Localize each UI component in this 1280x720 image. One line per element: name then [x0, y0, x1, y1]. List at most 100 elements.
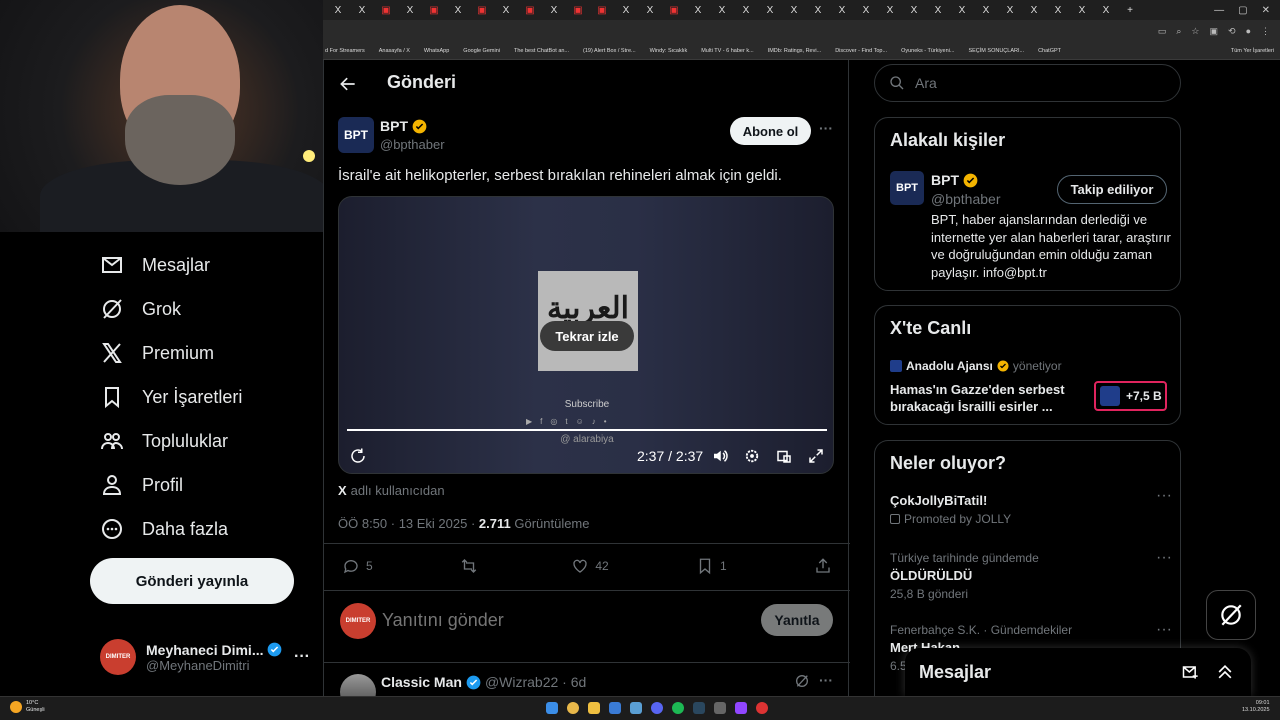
clock[interactable]: 09:01 13.10.2025: [1242, 700, 1270, 714]
weather-widget[interactable]: 10°C Güneşli: [10, 700, 45, 714]
steam-icon[interactable]: [693, 702, 705, 714]
browser-tab[interactable]: X: [1097, 3, 1115, 17]
subscribe-button[interactable]: Abone ol: [730, 117, 811, 145]
zoom-icon[interactable]: ⌕: [1176, 26, 1181, 37]
all-bookmarks[interactable]: Tüm Yer İşaretleri: [1231, 48, 1280, 54]
browser-tab[interactable]: X: [329, 3, 347, 17]
browser-tab[interactable]: X: [881, 3, 899, 17]
author-avatar[interactable]: BPT: [338, 117, 374, 153]
browser-tab[interactable]: ▣: [425, 3, 443, 17]
bookmark-item[interactable]: Oyuneks - Türkiyeni...: [901, 48, 954, 54]
retweet-button[interactable]: [460, 557, 484, 575]
bookmark-item[interactable]: (19) Alert Box / Stre...: [583, 48, 636, 54]
reply-more-icon[interactable]: ···: [819, 672, 833, 688]
bookmark-item[interactable]: Anasayfa / X: [379, 48, 410, 54]
new-message-icon[interactable]: [1181, 662, 1201, 682]
browser-tab[interactable]: X: [833, 3, 851, 17]
app-icon[interactable]: [630, 702, 642, 714]
bookmark-item[interactable]: ChatGPT: [1038, 48, 1061, 54]
browser-tab[interactable]: X: [449, 3, 467, 17]
sidebar-item-yer-i̇şaretleri[interactable]: Yer İşaretleri: [100, 385, 242, 409]
discord-icon[interactable]: [651, 702, 663, 714]
minimize-icon[interactable]: —: [1214, 5, 1224, 16]
browser-tab[interactable]: X: [713, 3, 731, 17]
bookmark-button[interactable]: 1: [696, 557, 727, 575]
folder-icon[interactable]: [588, 702, 600, 714]
sidebar-item-mesajlar[interactable]: Mesajlar: [100, 253, 210, 277]
grok-icon[interactable]: [794, 673, 810, 689]
chrome-icon[interactable]: [567, 702, 579, 714]
bookmark-item[interactable]: IMDb: Ratings, Revi...: [768, 48, 822, 54]
browser-tab[interactable]: X: [785, 3, 803, 17]
trend-item[interactable]: Türkiye tarihinde gündemde ÖLDÜRÜLDÜ 25,8 …: [890, 549, 1172, 601]
browser-tab[interactable]: X: [545, 3, 563, 17]
video-progress-track[interactable]: [347, 429, 827, 431]
browser-tab[interactable]: ▣: [569, 3, 587, 17]
post-more-icon[interactable]: ···: [819, 120, 833, 136]
cast-icon[interactable]: ▭: [1158, 26, 1167, 37]
browser-tab[interactable]: X: [929, 3, 947, 17]
volume-icon[interactable]: [711, 447, 729, 465]
browser-tab[interactable]: ▣: [521, 3, 539, 17]
sidebar-item-profil[interactable]: Profil: [100, 473, 183, 497]
trend-item[interactable]: ÇokJollyBiTatil! Promoted by JOLLY ···: [890, 487, 1172, 526]
bookmark-item[interactable]: WhatsApp: [424, 48, 449, 54]
fullscreen-icon[interactable]: [807, 447, 825, 465]
star-icon[interactable]: ☆: [1191, 26, 1199, 37]
back-arrow-icon[interactable]: [338, 74, 360, 94]
extension-icon[interactable]: ▣: [1210, 26, 1219, 37]
browser-tab[interactable]: X: [689, 3, 707, 17]
related-name[interactable]: BPT: [931, 172, 959, 188]
search-input[interactable]: Ara: [915, 75, 937, 91]
maximize-icon[interactable]: ▢: [1238, 5, 1247, 16]
browser-tab[interactable]: X: [497, 3, 515, 17]
browser-tab[interactable]: X: [353, 3, 371, 17]
live-listeners-badge[interactable]: +7,5 B: [1094, 381, 1167, 411]
browser-tab[interactable]: ▣: [473, 3, 491, 17]
browser-tab[interactable]: ▣: [377, 3, 395, 17]
sidebar-item-daha-fazla[interactable]: Daha fazla: [100, 517, 228, 541]
share-button[interactable]: [814, 557, 832, 575]
reply-author-name[interactable]: Classic Man: [381, 674, 462, 690]
sidebar-item-topluluklar[interactable]: Topluluklar: [100, 429, 228, 453]
bookmark-item[interactable]: The best ChatBot an...: [514, 48, 569, 54]
like-button[interactable]: 42: [571, 557, 609, 575]
video-player[interactable]: العربية Tekrar izle Subscribe ▶ f ◎ t ☺ ♪ • @ …: [338, 196, 834, 474]
browser-tab[interactable]: X: [641, 3, 659, 17]
app-icon[interactable]: [756, 702, 768, 714]
sidebar-item-premium[interactable]: Premium: [100, 341, 214, 365]
browser-tab[interactable]: X: [809, 3, 827, 17]
bookmark-item[interactable]: Google Gemini: [463, 48, 500, 54]
bookmark-item[interactable]: Windy: Sıcaklık: [650, 48, 688, 54]
new-tab-button[interactable]: +: [1121, 3, 1139, 17]
more-icon[interactable]: ···: [294, 648, 310, 666]
browser-tab[interactable]: X: [761, 3, 779, 17]
live-headline[interactable]: Hamas'ın Gazze'den serbest bırakacağı İs…: [890, 381, 1080, 415]
author-name[interactable]: BPT: [380, 118, 408, 134]
bookmark-item[interactable]: Discover - Find Top...: [835, 48, 887, 54]
browser-tab[interactable]: X: [1025, 3, 1043, 17]
account-switcher[interactable]: DIMITER Meyhaneci Dimi... @MeyhaneDimitr…: [100, 637, 310, 677]
app-icon[interactable]: [714, 702, 726, 714]
sync-icon[interactable]: ⟲: [1228, 26, 1236, 37]
pip-icon[interactable]: [775, 447, 793, 465]
browser-tab[interactable]: X: [617, 3, 635, 17]
browser-tab[interactable]: ▣: [665, 3, 683, 17]
grok-float-button[interactable]: [1206, 590, 1256, 640]
bookmark-item[interactable]: SEÇİM SONUÇLARI...: [968, 48, 1024, 54]
post-timestamp[interactable]: ÖÖ 8:50 · 13 Eki 2025 ·: [338, 516, 479, 531]
trend-more-icon[interactable]: ···: [1156, 487, 1172, 505]
menu-icon[interactable]: ⋮: [1261, 26, 1270, 37]
following-button[interactable]: Takip ediliyor: [1057, 175, 1167, 204]
chevron-up-icon[interactable]: [1215, 662, 1235, 682]
replay-button[interactable]: Tekrar izle: [540, 321, 634, 351]
reply-button[interactable]: 5: [342, 557, 373, 575]
live-host[interactable]: Anadolu Ajansı: [906, 359, 993, 373]
browser-tab[interactable]: X: [1073, 3, 1091, 17]
sidebar-item-grok[interactable]: Grok: [100, 297, 181, 321]
close-icon[interactable]: ✕: [1262, 5, 1270, 16]
browser-tab[interactable]: X: [953, 3, 971, 17]
spotify-icon[interactable]: [672, 702, 684, 714]
author-handle[interactable]: @bpthaber: [380, 137, 445, 152]
profile-icon[interactable]: ●: [1246, 26, 1251, 36]
